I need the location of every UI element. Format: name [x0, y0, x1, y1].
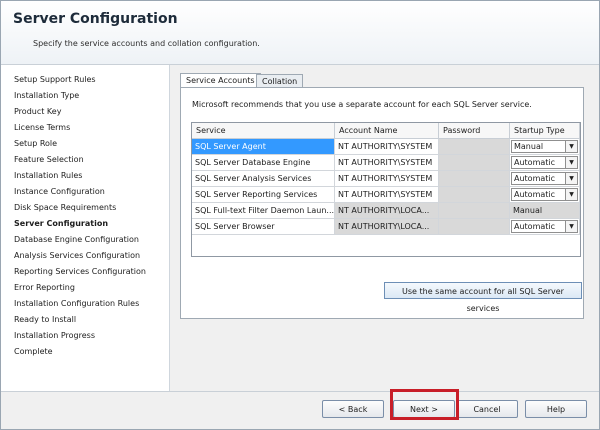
sidebar-item-ready-to-install[interactable]: Ready to Install	[14, 315, 76, 324]
account-name-cell: NT AUTHORITY\LOCA...	[335, 219, 439, 235]
main-content: Service Accounts Collation Microsoft rec…	[170, 65, 599, 391]
cancel-button[interactable]: Cancel	[456, 400, 518, 418]
sidebar-item-product-key[interactable]: Product Key	[14, 107, 61, 116]
table-row[interactable]: SQL Full-text Filter Daemon Laun... NT A…	[192, 203, 580, 219]
startup-type-value: Automatic	[514, 222, 556, 231]
service-cell[interactable]: SQL Server Reporting Services	[192, 187, 335, 203]
sidebar-item-disk-space-requirements[interactable]: Disk Space Requirements	[14, 203, 116, 212]
sidebar-item-setup-support-rules[interactable]: Setup Support Rules	[14, 75, 96, 84]
password-cell[interactable]	[439, 155, 510, 171]
service-cell[interactable]: SQL Server Database Engine	[192, 155, 335, 171]
account-name-cell[interactable]: NT AUTHORITY\SYSTEM	[335, 155, 439, 171]
password-cell	[439, 219, 510, 235]
chevron-down-icon[interactable]: ▼	[565, 221, 577, 232]
account-name-cell[interactable]: NT AUTHORITY\SYSTEM	[335, 139, 439, 155]
chevron-down-icon[interactable]: ▼	[565, 173, 577, 184]
help-button[interactable]: Help	[525, 400, 587, 418]
startup-type-cell[interactable]: Automatic ▼	[510, 171, 580, 187]
chevron-down-icon[interactable]: ▼	[565, 141, 577, 152]
page-subtitle: Specify the service accounts and collati…	[33, 39, 260, 48]
startup-type-value: Automatic	[514, 190, 556, 199]
account-name-cell[interactable]: NT AUTHORITY\SYSTEM	[335, 171, 439, 187]
startup-type-select[interactable]: Automatic ▼	[511, 220, 578, 233]
table-row[interactable]: SQL Server Database Engine NT AUTHORITY\…	[192, 155, 580, 171]
password-cell	[439, 203, 510, 219]
sidebar-item-database-engine-configuration[interactable]: Database Engine Configuration	[14, 235, 139, 244]
column-header-account-name: Account Name	[335, 123, 439, 139]
sidebar-item-reporting-services-configuration[interactable]: Reporting Services Configuration	[14, 267, 146, 276]
setup-steps-sidebar: Setup Support Rules Installation Type Pr…	[1, 65, 170, 391]
service-accounts-grid: Service Account Name Password Startup Ty…	[191, 122, 581, 257]
chevron-down-icon[interactable]: ▼	[565, 157, 577, 168]
sidebar-item-installation-progress[interactable]: Installation Progress	[14, 331, 95, 340]
sidebar-item-installation-type[interactable]: Installation Type	[14, 91, 79, 100]
service-cell[interactable]: SQL Server Agent	[192, 139, 335, 155]
startup-type-value: Manual	[514, 142, 544, 151]
startup-type-cell[interactable]: Automatic ▼	[510, 187, 580, 203]
startup-type-cell[interactable]: Manual ▼	[510, 139, 580, 155]
page-header: Server Configuration Specify the service…	[1, 1, 599, 65]
footer: < Back Next > Cancel Help	[1, 391, 599, 429]
table-row[interactable]: SQL Server Analysis Services NT AUTHORIT…	[192, 171, 580, 187]
table-row[interactable]: SQL Server Reporting Services NT AUTHORI…	[192, 187, 580, 203]
account-name-cell[interactable]: NT AUTHORITY\SYSTEM	[335, 187, 439, 203]
next-button-highlight	[390, 389, 459, 420]
password-cell[interactable]	[439, 171, 510, 187]
table-row[interactable]: SQL Server Browser NT AUTHORITY\LOCA... …	[192, 219, 580, 235]
recommendation-note: Microsoft recommends that you use a sepa…	[192, 100, 532, 109]
account-name-cell: NT AUTHORITY\LOCA...	[335, 203, 439, 219]
startup-type-cell[interactable]: Automatic ▼	[510, 155, 580, 171]
startup-type-cell: Manual	[510, 203, 580, 219]
sidebar-item-server-configuration[interactable]: Server Configuration	[14, 219, 108, 228]
sidebar-item-error-reporting[interactable]: Error Reporting	[14, 283, 75, 292]
column-header-password: Password	[439, 123, 510, 139]
sidebar-item-license-terms[interactable]: License Terms	[14, 123, 70, 132]
sidebar-item-installation-rules[interactable]: Installation Rules	[14, 171, 82, 180]
sidebar-item-installation-configuration-rules[interactable]: Installation Configuration Rules	[14, 299, 139, 308]
setup-window: Server Configuration Specify the service…	[0, 0, 600, 430]
table-row[interactable]: SQL Server Agent NT AUTHORITY\SYSTEM Man…	[192, 139, 580, 155]
startup-type-cell[interactable]: Automatic ▼	[510, 219, 580, 235]
sidebar-item-analysis-services-configuration[interactable]: Analysis Services Configuration	[14, 251, 140, 260]
service-cell[interactable]: SQL Server Analysis Services	[192, 171, 335, 187]
startup-type-select[interactable]: Automatic ▼	[511, 172, 578, 185]
startup-type-select[interactable]: Automatic ▼	[511, 188, 578, 201]
sidebar-item-feature-selection[interactable]: Feature Selection	[14, 155, 84, 164]
startup-type-value: Automatic	[514, 158, 556, 167]
chevron-down-icon[interactable]: ▼	[565, 189, 577, 200]
password-cell[interactable]	[439, 187, 510, 203]
column-header-service: Service	[192, 123, 335, 139]
sidebar-item-complete[interactable]: Complete	[14, 347, 53, 356]
sidebar-item-instance-configuration[interactable]: Instance Configuration	[14, 187, 105, 196]
sidebar-item-setup-role[interactable]: Setup Role	[14, 139, 57, 148]
service-accounts-panel: Microsoft recommends that you use a sepa…	[180, 87, 584, 319]
startup-type-select[interactable]: Manual ▼	[511, 140, 578, 153]
same-account-button[interactable]: Use the same account for all SQL Server …	[384, 282, 582, 313]
back-button[interactable]: < Back	[322, 400, 384, 418]
startup-type-select[interactable]: Automatic ▼	[511, 156, 578, 169]
column-header-startup-type: Startup Type	[510, 123, 580, 139]
service-cell[interactable]: SQL Server Browser	[192, 219, 335, 235]
password-cell[interactable]	[439, 139, 510, 155]
startup-type-value: Automatic	[514, 174, 556, 183]
page-title: Server Configuration	[13, 11, 178, 27]
service-cell[interactable]: SQL Full-text Filter Daemon Laun...	[192, 203, 335, 219]
